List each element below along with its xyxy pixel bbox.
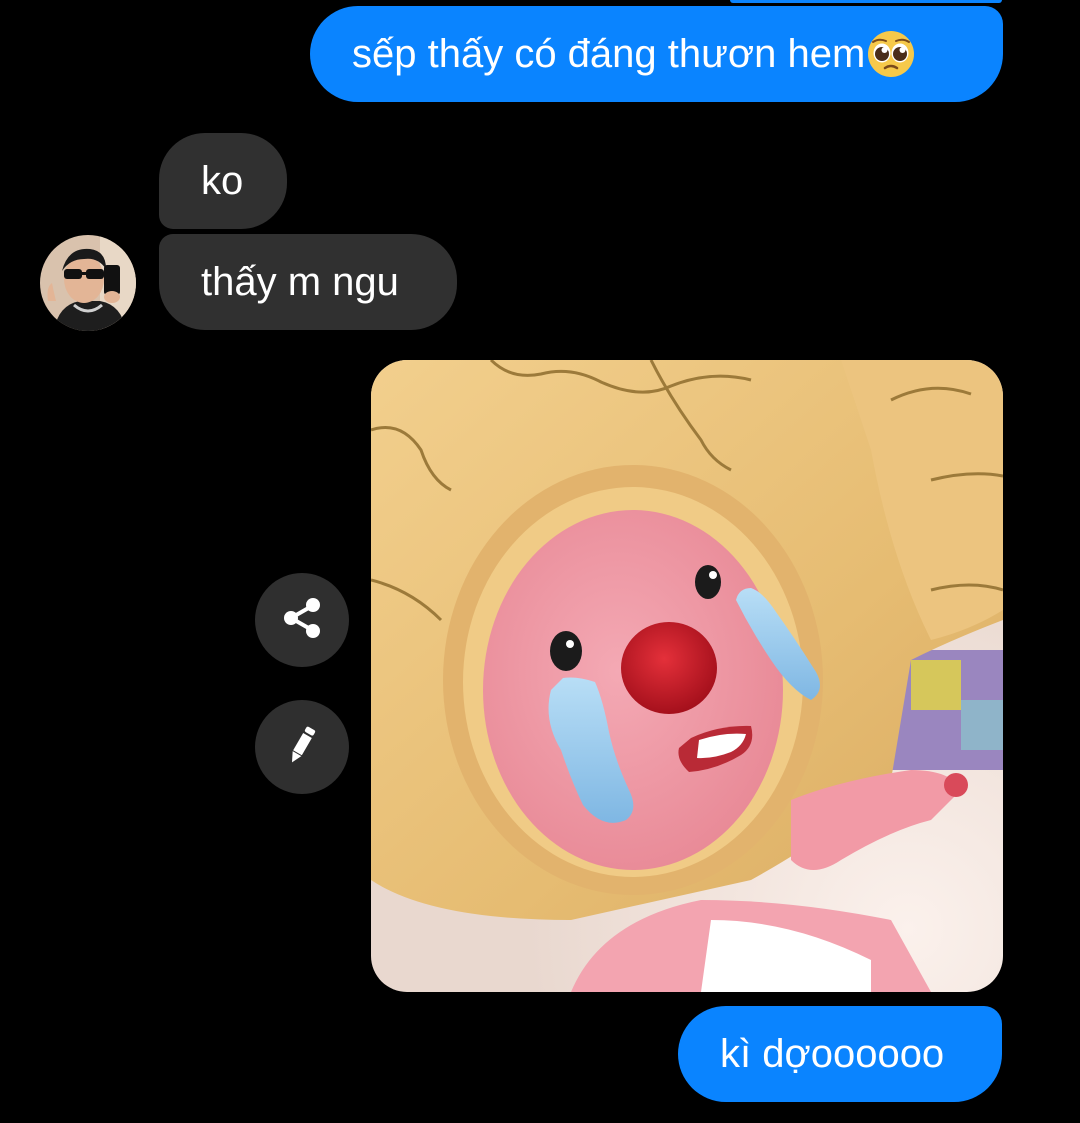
outgoing-message-bubble[interactable]: sếp thấy có đáng thươn hem <box>310 6 1003 102</box>
message-text: kì dợoooooo <box>720 1032 945 1076</box>
incoming-message-bubble[interactable]: ko <box>159 133 287 229</box>
previous-message-edge <box>730 0 1002 3</box>
incoming-message-bubble[interactable]: thấy m ngu <box>159 234 457 330</box>
pencil-icon <box>278 721 326 774</box>
sender-avatar[interactable] <box>40 235 136 331</box>
share-button[interactable] <box>255 573 349 667</box>
outgoing-message-bubble[interactable]: kì dợoooooo <box>678 1006 1002 1102</box>
edit-button[interactable] <box>255 700 349 794</box>
message-text: thấy m ngu <box>201 260 399 304</box>
message-text: sếp thấy có đáng thươn hem <box>352 32 866 76</box>
share-icon <box>278 594 326 647</box>
pleading-face-emoji-icon <box>867 30 915 78</box>
message-text: ko <box>201 159 244 203</box>
image-attachment[interactable] <box>371 360 1003 992</box>
